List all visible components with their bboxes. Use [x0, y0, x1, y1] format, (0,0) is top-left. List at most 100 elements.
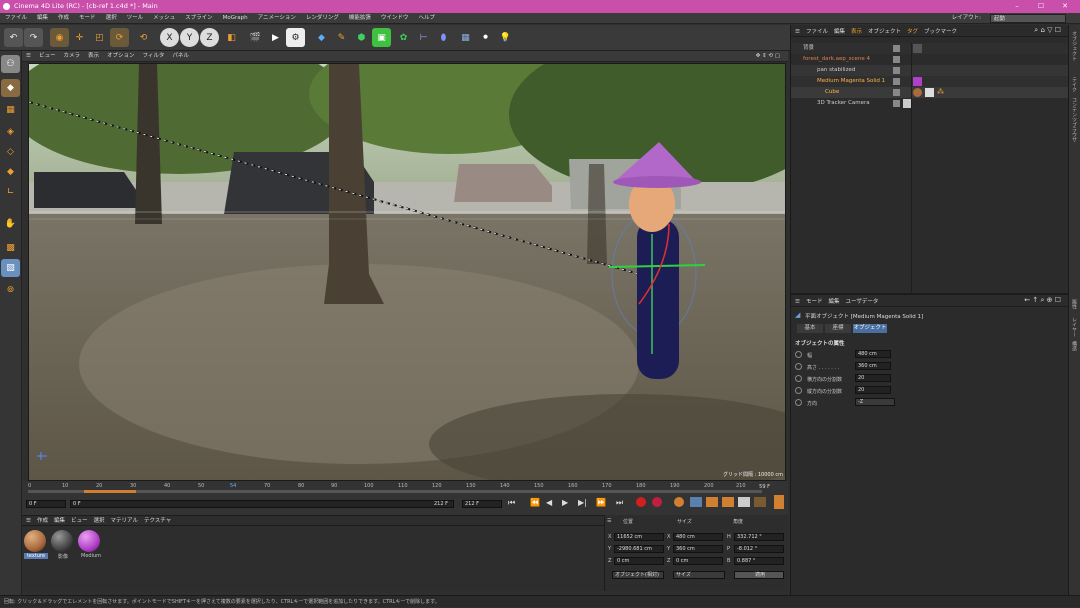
- play-icon[interactable]: ▶: [562, 498, 568, 507]
- visibility-icon[interactable]: [893, 100, 900, 107]
- mat-menu-material[interactable]: マテリアル: [108, 516, 141, 526]
- coordinate-system-icon[interactable]: ◧: [222, 28, 241, 47]
- rotate-icon[interactable]: ⟳: [110, 28, 129, 47]
- recent-tool-icon[interactable]: ⟲: [134, 28, 153, 47]
- pos-y-field[interactable]: -2980.681 cm: [614, 545, 664, 553]
- vp-menu-camera[interactable]: カメラ: [59, 51, 84, 62]
- deformer-icon[interactable]: ✿: [394, 28, 413, 47]
- tag-icon[interactable]: [913, 44, 922, 53]
- vp-menu-display[interactable]: 表示: [84, 51, 103, 62]
- attr-menu-mode[interactable]: モード: [803, 297, 826, 307]
- material-tag-icon[interactable]: [913, 77, 922, 86]
- attr-menu-edit[interactable]: 編集: [825, 297, 842, 307]
- animate-icon[interactable]: [795, 363, 802, 370]
- keyframe-selection-icon[interactable]: [674, 497, 684, 507]
- height-field[interactable]: 360 cm: [855, 362, 891, 370]
- tab-basic[interactable]: 基本: [797, 324, 823, 333]
- mat-menu-view[interactable]: ビュー: [68, 516, 91, 526]
- viewport-menu-icon[interactable]: ☰: [22, 51, 35, 62]
- viewport-nav-icons[interactable]: ✥ ⇕ ⟲ ▢: [752, 51, 784, 62]
- menu-mograph[interactable]: MoGraph: [218, 13, 253, 24]
- key-pla-icon[interactable]: [754, 497, 766, 507]
- undo-icon[interactable]: ↶: [4, 28, 23, 47]
- coord-menu-icon[interactable]: ☰: [607, 518, 611, 524]
- attr-menu-icon[interactable]: ☰: [791, 297, 803, 307]
- key-param-icon[interactable]: [738, 497, 750, 507]
- constraint-tag-icon[interactable]: ⁂: [937, 87, 944, 98]
- visibility-icon[interactable]: [893, 78, 900, 85]
- visibility-icon[interactable]: [893, 67, 900, 74]
- subdivision-icon[interactable]: ⬢: [352, 28, 371, 47]
- goto-start-icon[interactable]: ⏮: [508, 498, 515, 508]
- menu-select[interactable]: 選択: [101, 13, 122, 24]
- vp-menu-options[interactable]: オプション: [103, 51, 139, 62]
- render-view-icon[interactable]: 🎬: [246, 28, 265, 47]
- om-menu-view[interactable]: 表示: [848, 27, 865, 37]
- visibility-icon[interactable]: [893, 56, 900, 63]
- menu-extensions[interactable]: 機能拡張: [344, 13, 376, 24]
- om-menu-tags[interactable]: タグ: [904, 27, 921, 37]
- vp-menu-view[interactable]: ビュー: [35, 51, 60, 62]
- object-row[interactable]: 3D Tracker Camera: [791, 98, 1069, 109]
- point-mode-icon[interactable]: ◇: [1, 143, 20, 161]
- key-rotation-icon[interactable]: [722, 497, 734, 507]
- mat-menu-create[interactable]: 作成: [34, 516, 51, 526]
- height-segments-field[interactable]: 20: [855, 386, 891, 394]
- object-row[interactable]: Cube ⁂: [791, 87, 1069, 98]
- workplane-icon[interactable]: ◈: [1, 123, 20, 141]
- animate-icon[interactable]: [795, 351, 802, 358]
- move-icon[interactable]: ✛: [70, 28, 89, 47]
- maximize-button[interactable]: ☐: [1030, 0, 1052, 13]
- texture-mode-icon[interactable]: ▦: [1, 101, 20, 119]
- key-position-icon[interactable]: [690, 497, 702, 507]
- layout-select[interactable]: 起動: [990, 14, 1066, 23]
- mat-menu-texture[interactable]: テクスチャ: [141, 516, 174, 526]
- width-segments-field[interactable]: 20: [855, 374, 891, 382]
- grid-icon[interactable]: ▦: [456, 28, 475, 47]
- side-tab-layers[interactable]: レイヤー: [1071, 317, 1078, 337]
- preview-range-slider[interactable]: 0 F: [70, 500, 454, 508]
- floor-icon[interactable]: ⊢: [414, 28, 433, 47]
- size-z-field[interactable]: 0 cm: [673, 557, 723, 565]
- width-field[interactable]: 480 cm: [855, 350, 891, 358]
- vp-menu-filter[interactable]: フィルタ: [139, 51, 169, 62]
- vp-menu-panel[interactable]: パネル: [168, 51, 193, 62]
- viewport[interactable]: グリッド間隔 : 10000 cm: [28, 63, 786, 481]
- size-x-field[interactable]: 480 cm: [673, 533, 723, 541]
- polygon-mode-icon[interactable]: ∟: [1, 183, 20, 201]
- animate-icon[interactable]: [795, 375, 802, 382]
- end-frame-field[interactable]: 212 F: [462, 500, 502, 508]
- menu-mesh[interactable]: メッシュ: [148, 13, 180, 24]
- coord-mode-select[interactable]: オブジェクト(相対): [612, 571, 664, 579]
- side-tab-content-browser[interactable]: コンテンツブラウザ: [1071, 97, 1078, 142]
- model-mode-icon[interactable]: ◆: [1, 79, 20, 97]
- attr-menu-userdata[interactable]: ユーザデータ: [842, 297, 881, 307]
- light-icon[interactable]: 💡: [496, 28, 515, 47]
- texture-tag-icon[interactable]: [913, 88, 922, 97]
- rot-p-field[interactable]: -8.012 °: [734, 545, 784, 553]
- enable-axis-icon[interactable]: ✋: [1, 215, 20, 233]
- next-key-icon[interactable]: ⏩: [596, 498, 606, 507]
- object-row[interactable]: forest_dark.aep_scene 4: [791, 54, 1069, 65]
- visibility-icon[interactable]: [893, 89, 900, 96]
- redo-icon[interactable]: ↷: [24, 28, 43, 47]
- tab-coord[interactable]: 座標: [825, 324, 851, 333]
- object-row-selected[interactable]: Medium Magenta Solid 1: [791, 76, 1069, 87]
- environment-icon[interactable]: ⬮: [434, 28, 453, 47]
- attr-nav-icons[interactable]: ← ↑ ⌕ ⊕ ☐: [1021, 295, 1064, 305]
- make-editable-icon[interactable]: ⚇: [1, 55, 20, 73]
- apply-button[interactable]: 適用: [734, 571, 784, 579]
- material-menu-icon[interactable]: ☰: [22, 516, 34, 526]
- key-scale-icon[interactable]: [706, 497, 718, 507]
- side-tab-attributes[interactable]: 属性: [1071, 299, 1078, 309]
- pos-z-field[interactable]: 0 cm: [614, 557, 664, 565]
- mat-menu-edit[interactable]: 編集: [51, 516, 68, 526]
- menu-tools[interactable]: ツール: [122, 13, 149, 24]
- menu-window[interactable]: ウインドウ: [376, 13, 414, 24]
- next-frame-icon[interactable]: ▶|: [578, 498, 587, 507]
- z-axis-icon[interactable]: Z: [200, 28, 219, 47]
- menu-animation[interactable]: アニメーション: [253, 13, 301, 24]
- animate-icon[interactable]: [795, 399, 802, 406]
- menu-edit[interactable]: 編集: [32, 13, 53, 24]
- menu-help[interactable]: ヘルプ: [413, 13, 440, 24]
